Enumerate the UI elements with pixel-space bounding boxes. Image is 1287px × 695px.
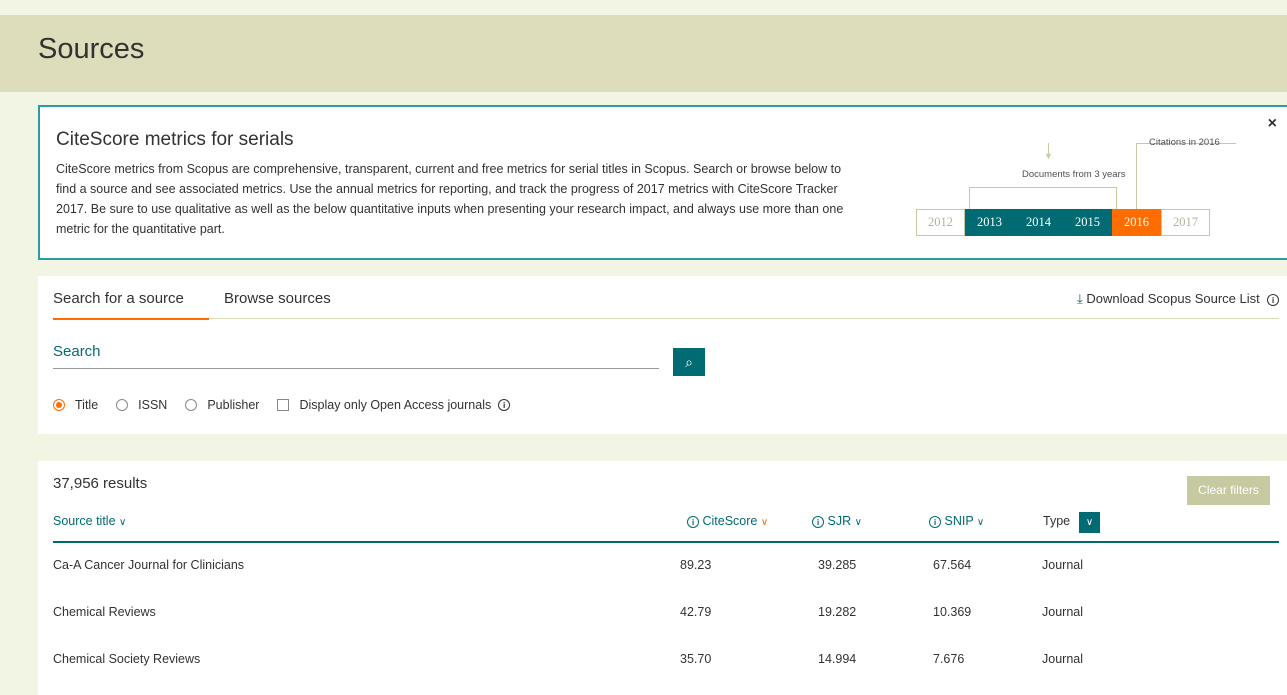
page-header: Sources <box>0 15 1287 92</box>
chevron-down-icon: ∨ <box>760 517 769 528</box>
radio-title[interactable]: Title <box>53 398 98 412</box>
column-source-title-label: Source title <box>53 514 116 528</box>
radio-publisher-control[interactable] <box>185 399 198 411</box>
info-icon[interactable]: i <box>929 515 941 528</box>
year-2015: 2015 <box>1063 209 1112 236</box>
table-header-divider <box>53 541 1279 543</box>
table-row: Chemical Reviews 42.79 19.282 10.369 Jou… <box>53 605 1279 651</box>
column-snip-label: SNIP <box>944 514 974 528</box>
radio-issn-control[interactable] <box>116 399 129 411</box>
info-icon[interactable]: i <box>498 399 511 411</box>
info-icon[interactable]: i <box>812 515 824 528</box>
type-value: Journal <box>1042 605 1083 619</box>
download-icon: ⤓ <box>1076 291 1083 306</box>
sjr-value: 19.282 <box>818 605 857 619</box>
radio-title-label: Title <box>75 398 99 412</box>
radio-publisher-label: Publisher <box>207 398 260 412</box>
radio-issn[interactable]: ISSN <box>116 398 167 412</box>
info-title: CiteScore metrics for serials <box>56 129 294 150</box>
type-filter-button[interactable]: ∨ <box>1079 512 1100 533</box>
snip-value: 67.564 <box>933 558 972 572</box>
year-2016: 2016 <box>1112 209 1161 236</box>
documents-label: Documents from 3 years <box>1022 169 1126 180</box>
citations-label: Citations in 2016 <box>1149 137 1220 148</box>
citescore-value: 42.79 <box>680 605 712 619</box>
page-title: Sources <box>38 33 145 65</box>
type-value: Journal <box>1042 652 1083 666</box>
open-access-checkbox-control[interactable] <box>277 399 290 411</box>
search-button[interactable]: ⌕ <box>673 348 705 376</box>
search-underline <box>53 368 659 369</box>
column-citescore-label: CiteScore <box>702 514 758 528</box>
search-input[interactable] <box>53 340 659 366</box>
source-title-link[interactable]: Chemical Society Reviews <box>53 652 200 666</box>
radio-issn-label: ISSN <box>138 398 168 412</box>
open-access-label: Display only Open Access journals <box>299 398 492 412</box>
column-citescore[interactable]: i CiteScore ∨ <box>687 514 768 528</box>
citescore-value: 89.23 <box>680 558 712 572</box>
arrow-down-icon: ▼ <box>1044 151 1053 161</box>
source-title-link[interactable]: Ca-A Cancer Journal for Clinicians <box>53 558 244 572</box>
column-sjr[interactable]: i SJR ∨ <box>812 514 862 528</box>
citescore-diagram: Citations in 2016 ▼ Documents from 3 yea… <box>916 137 1246 247</box>
source-title-link[interactable]: Chemical Reviews <box>53 605 156 619</box>
download-label: Download Scopus Source List <box>1086 291 1260 306</box>
year-2014: 2014 <box>1014 209 1063 236</box>
radio-title-control[interactable] <box>53 399 65 411</box>
citescore-info-box: CiteScore metrics for serials CiteScore … <box>38 105 1287 260</box>
results-count: 37,956 results <box>53 475 148 492</box>
snip-value: 10.369 <box>933 605 972 619</box>
column-source-title[interactable]: Source title ∨ <box>53 514 126 528</box>
sjr-value: 39.285 <box>818 558 857 572</box>
column-type: Type <box>1043 514 1070 528</box>
tabs-divider <box>209 318 1279 319</box>
close-icon[interactable]: × <box>1268 115 1277 133</box>
tab-search-for-source[interactable]: Search for a source <box>53 290 184 307</box>
download-source-list-link[interactable]: ⤓ Download Scopus Source List i <box>1077 291 1279 307</box>
info-body: CiteScore metrics from Scopus are compre… <box>56 162 844 236</box>
year-2012: 2012 <box>916 209 965 236</box>
year-2017: 2017 <box>1161 209 1210 236</box>
column-type-label: Type <box>1043 514 1071 528</box>
search-icon: ⌕ <box>685 354 693 370</box>
tab-browse-sources[interactable]: Browse sources <box>224 290 331 307</box>
snip-value: 7.676 <box>933 652 965 666</box>
type-value: Journal <box>1042 558 1083 572</box>
chevron-down-icon: ∨ <box>119 517 127 528</box>
year-2013: 2013 <box>965 209 1014 236</box>
table-row: Chemical Society Reviews 35.70 14.994 7.… <box>53 652 1279 695</box>
citescore-value: 35.70 <box>680 652 712 666</box>
open-access-checkbox[interactable]: Display only Open Access journals i <box>277 398 511 412</box>
column-sjr-label: SJR <box>827 514 852 528</box>
active-tab-indicator <box>53 318 209 320</box>
info-icon[interactable]: i <box>1267 293 1279 306</box>
chevron-down-icon: ∨ <box>976 517 985 528</box>
table-row: Ca-A Cancer Journal for Clinicians 89.23… <box>53 558 1279 604</box>
sjr-value: 14.994 <box>818 652 857 666</box>
info-icon[interactable]: i <box>687 515 699 528</box>
chevron-down-icon: ∨ <box>1085 517 1094 528</box>
chevron-down-icon: ∨ <box>854 517 862 528</box>
search-type-options: Title ISSN Publisher Display only Open A… <box>53 398 528 412</box>
radio-publisher[interactable]: Publisher <box>185 398 259 412</box>
column-snip[interactable]: i SNIP ∨ <box>929 514 984 528</box>
clear-filters-button[interactable]: Clear filters <box>1187 476 1270 505</box>
